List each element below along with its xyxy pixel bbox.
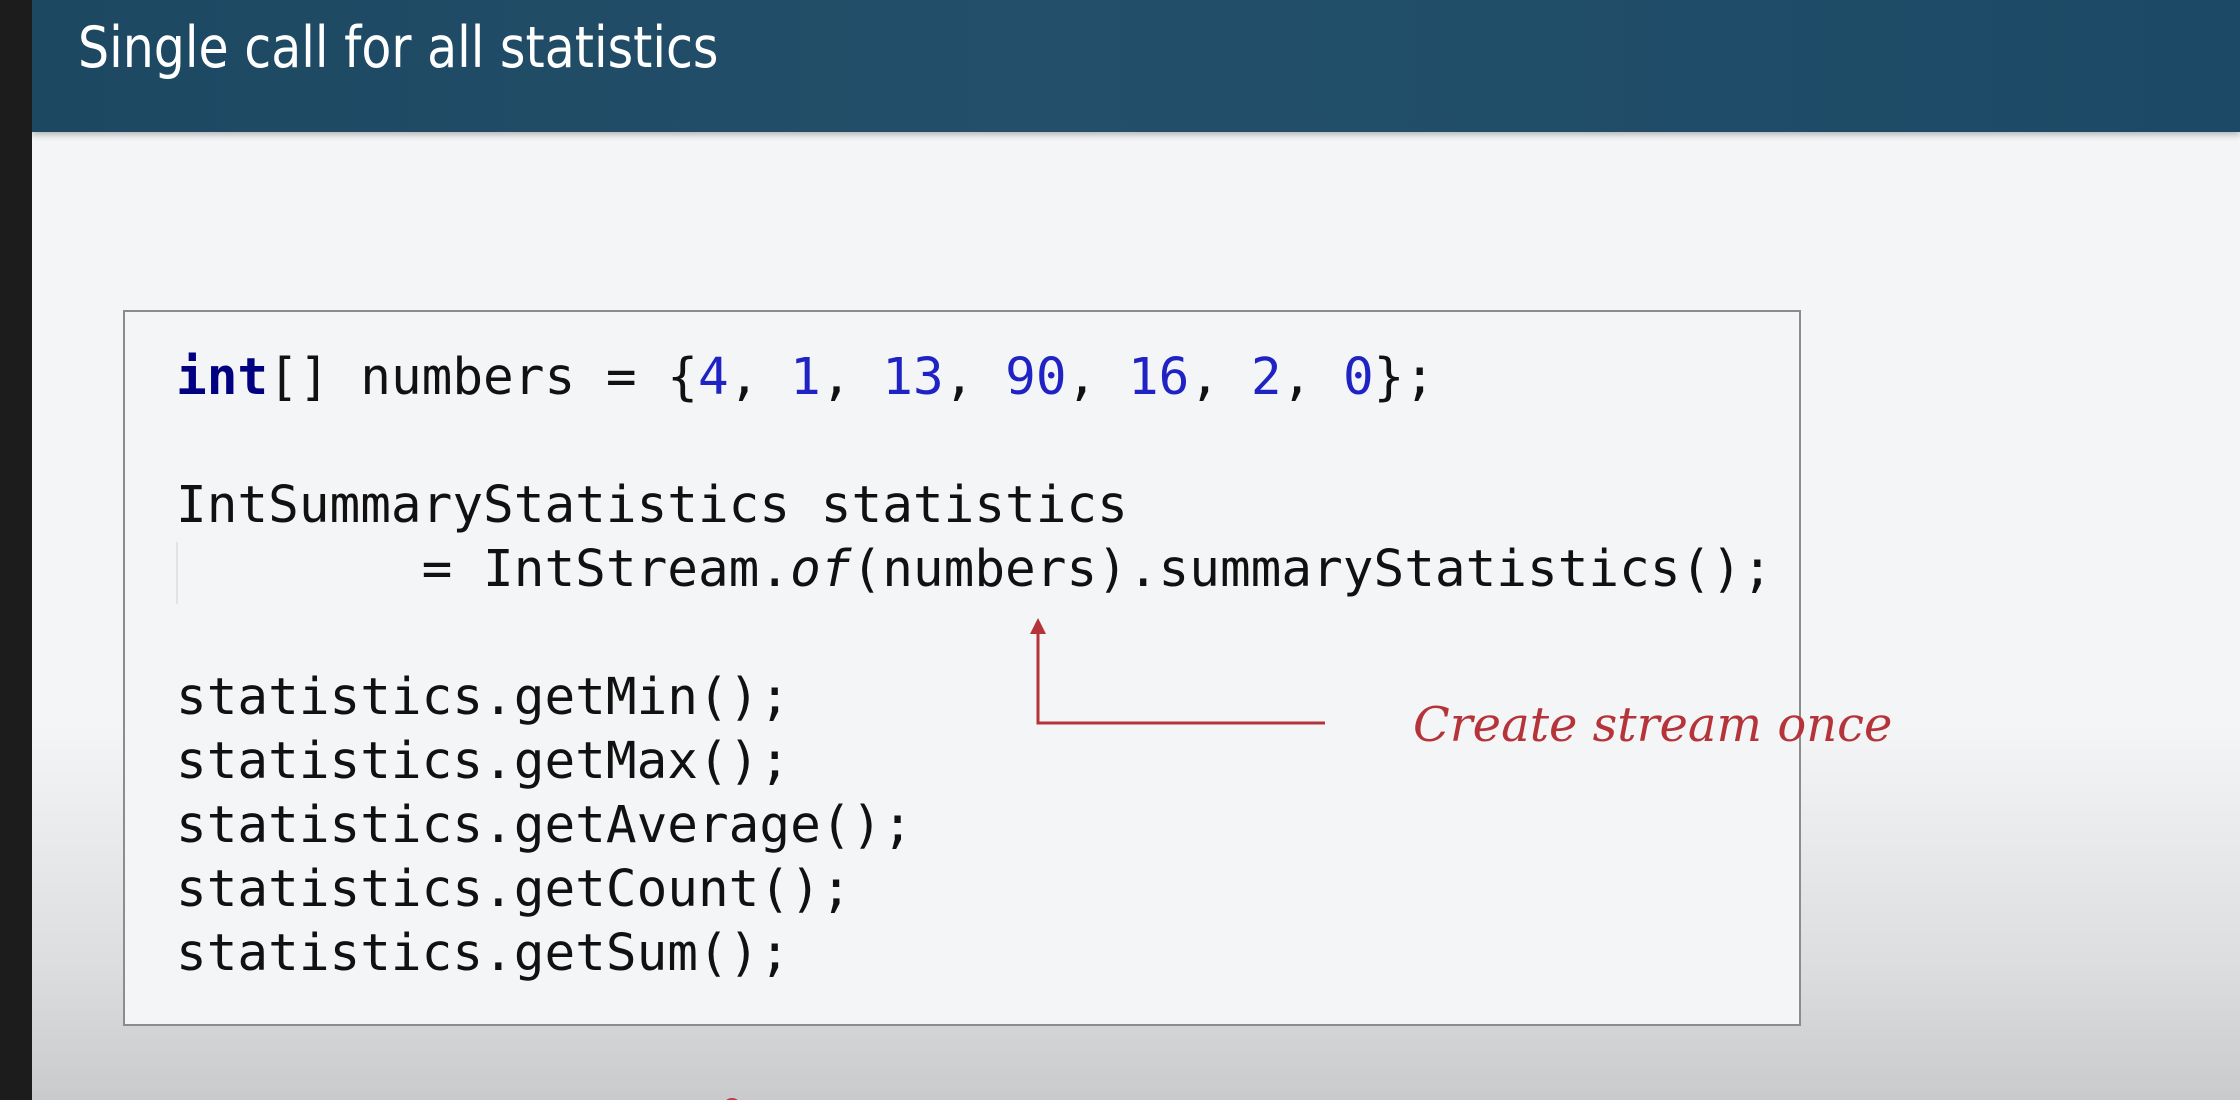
annotation-arrow-line bbox=[1036, 630, 1325, 725]
code-block: int[] numbers = {4, 1, 13, 90, 16, 2, 0}… bbox=[123, 310, 1892, 1100]
left-edge-strip bbox=[0, 0, 32, 1100]
annotation-arrow bbox=[1030, 618, 1325, 725]
slide: Single call for all statistics int[] num… bbox=[32, 0, 2240, 1100]
annotation-create-stream-once: Create stream once bbox=[1413, 697, 1893, 753]
slide-title: Single call for all statistics bbox=[78, 15, 719, 81]
slide-header: Single call for all statistics bbox=[32, 0, 2240, 132]
annotation-arrow-head bbox=[1030, 618, 1046, 634]
